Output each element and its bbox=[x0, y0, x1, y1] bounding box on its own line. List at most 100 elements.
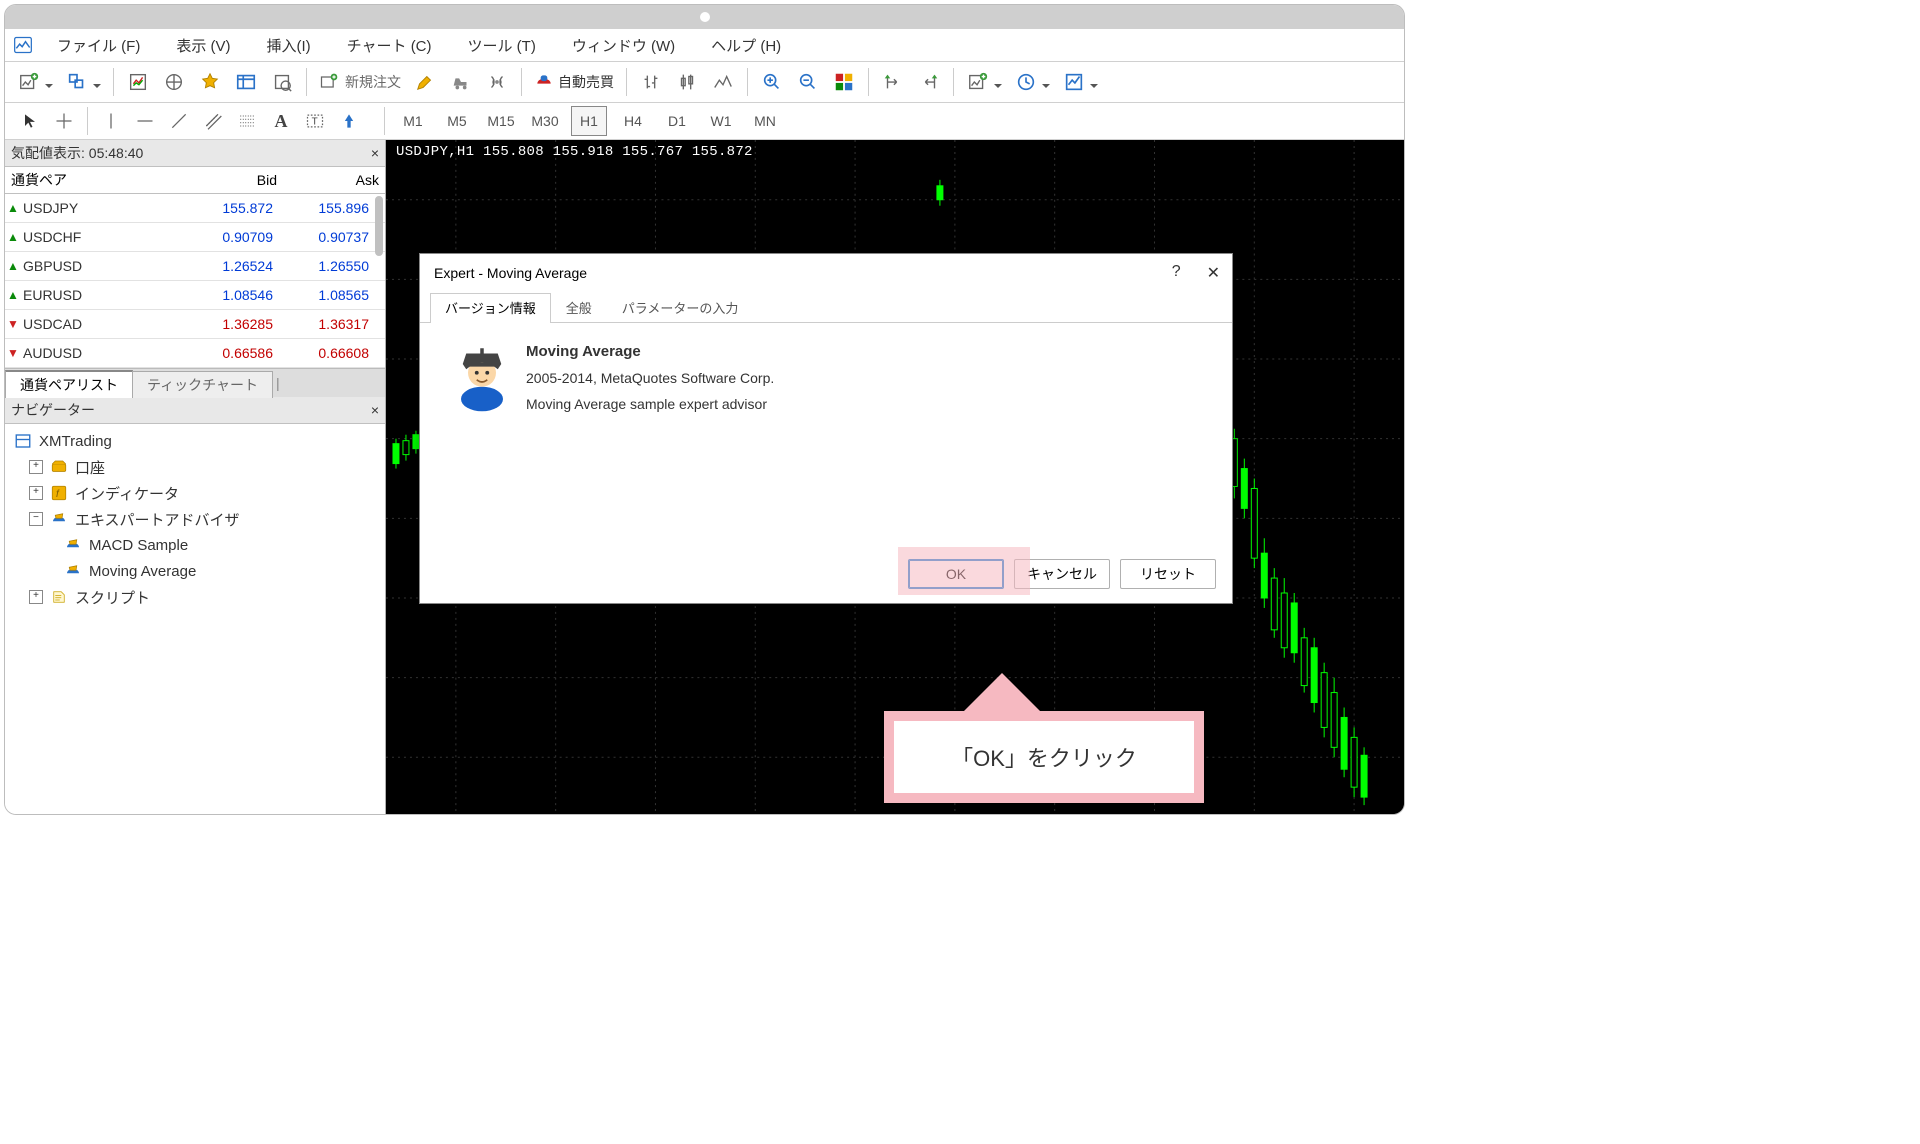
menu-insert[interactable]: 挿入(I) bbox=[259, 33, 319, 58]
periodicity-button[interactable] bbox=[1010, 66, 1054, 98]
accounts-icon bbox=[49, 457, 69, 477]
tf-w1[interactable]: W1 bbox=[703, 106, 739, 136]
horizontal-line-tool[interactable] bbox=[130, 107, 160, 135]
ok-button[interactable]: OK bbox=[908, 559, 1004, 589]
arrange-windows-button[interactable] bbox=[828, 66, 860, 98]
tf-m15[interactable]: M15 bbox=[483, 106, 519, 136]
navigator-close-icon[interactable]: × bbox=[371, 402, 379, 418]
equidistant-channel-tool[interactable] bbox=[198, 107, 228, 135]
bid-price: 1.08546 bbox=[183, 287, 279, 303]
market-watch-scrollbar[interactable] bbox=[375, 196, 383, 256]
collapse-icon[interactable]: − bbox=[29, 512, 43, 526]
direction-arrow-icon: ▲ bbox=[5, 201, 21, 215]
candlestick-button[interactable] bbox=[671, 66, 703, 98]
tf-d1[interactable]: D1 bbox=[659, 106, 695, 136]
expand-icon[interactable]: + bbox=[29, 460, 43, 474]
main-toolbar: 新規注文 自動売買 bbox=[5, 62, 1404, 103]
line-chart-button[interactable] bbox=[707, 66, 739, 98]
market-watch-toggle[interactable] bbox=[122, 66, 154, 98]
tree-ea-moving-average[interactable]: Moving Average bbox=[11, 558, 381, 584]
indicators-button[interactable] bbox=[962, 66, 1006, 98]
market-watch-tabs: 通貨ペアリスト ティックチャート | bbox=[5, 368, 385, 397]
metaeditor-button[interactable] bbox=[409, 66, 441, 98]
tf-mn[interactable]: MN bbox=[747, 106, 783, 136]
tf-m30[interactable]: M30 bbox=[527, 106, 563, 136]
menu-file[interactable]: ファイル (F) bbox=[49, 33, 148, 58]
market-watch-header[interactable]: 気配値表示: 05:48:40 × bbox=[5, 140, 385, 167]
data-window-toggle[interactable] bbox=[158, 66, 190, 98]
menu-help[interactable]: ヘルプ (H) bbox=[703, 33, 789, 58]
new-chart-button[interactable] bbox=[13, 66, 57, 98]
shift-chart-button[interactable] bbox=[877, 66, 909, 98]
tree-accounts[interactable]: + 口座 bbox=[11, 454, 381, 480]
tree-indicators[interactable]: + f インディケータ bbox=[11, 480, 381, 506]
tf-h4[interactable]: H4 bbox=[615, 106, 651, 136]
fibonacci-tool[interactable] bbox=[232, 107, 262, 135]
left-docking-pane: 気配値表示: 05:48:40 × 通貨ペア Bid Ask ▲USDJPY15… bbox=[5, 140, 386, 815]
tree-ea-macd[interactable]: MACD Sample bbox=[11, 532, 381, 558]
strategy-tester-toggle[interactable] bbox=[266, 66, 298, 98]
options-button[interactable] bbox=[445, 66, 477, 98]
market-watch-row[interactable]: ▲USDJPY155.872155.896 bbox=[5, 194, 385, 223]
market-watch-close-icon[interactable]: × bbox=[371, 145, 379, 161]
tab-version[interactable]: バージョン情報 bbox=[430, 293, 551, 323]
signals-button[interactable] bbox=[481, 66, 513, 98]
zoom-out-button[interactable] bbox=[792, 66, 824, 98]
navigator-title: ナビゲーター bbox=[11, 400, 95, 420]
expert-icon bbox=[63, 561, 83, 581]
menu-chart[interactable]: チャート (C) bbox=[339, 33, 440, 58]
tree-root[interactable]: XMTrading bbox=[11, 428, 381, 454]
text-tool[interactable]: A bbox=[266, 107, 296, 135]
navigator-header[interactable]: ナビゲーター × bbox=[5, 397, 385, 424]
dialog-help-icon[interactable]: ? bbox=[1172, 263, 1181, 283]
tab-common[interactable]: 全般 bbox=[551, 293, 607, 323]
tree-scripts[interactable]: + スクリプト bbox=[11, 584, 381, 610]
expand-icon[interactable]: + bbox=[29, 590, 43, 604]
menubar: ファイル (F) 表示 (V) 挿入(I) チャート (C) ツール (T) ウ… bbox=[5, 29, 1404, 62]
templates-button[interactable] bbox=[1058, 66, 1102, 98]
profiles-button[interactable] bbox=[61, 66, 105, 98]
terminal-toggle[interactable] bbox=[230, 66, 262, 98]
tf-h1[interactable]: H1 bbox=[571, 106, 607, 136]
text-label-tool[interactable]: T bbox=[300, 107, 330, 135]
trendline-tool[interactable] bbox=[164, 107, 194, 135]
market-watch-row[interactable]: ▼USDCAD1.362851.36317 bbox=[5, 310, 385, 339]
tab-tick-chart[interactable]: ティックチャート bbox=[132, 371, 273, 398]
navigator-toggle[interactable] bbox=[194, 66, 226, 98]
col-symbol[interactable]: 通貨ペア bbox=[5, 168, 181, 192]
tf-m5[interactable]: M5 bbox=[439, 106, 475, 136]
cancel-button[interactable]: キャンセル bbox=[1014, 559, 1110, 589]
arrows-tool[interactable] bbox=[334, 107, 376, 135]
expand-icon[interactable]: + bbox=[29, 486, 43, 500]
market-watch-row[interactable]: ▲GBPUSD1.265241.26550 bbox=[5, 252, 385, 281]
vertical-line-tool[interactable] bbox=[96, 107, 126, 135]
reset-button[interactable]: リセット bbox=[1120, 559, 1216, 589]
market-watch-row[interactable]: ▼AUDUSD0.665860.66608 bbox=[5, 339, 385, 368]
crosshair-tool[interactable] bbox=[49, 107, 79, 135]
menu-window[interactable]: ウィンドウ (W) bbox=[564, 33, 683, 58]
dialog-titlebar[interactable]: Expert - Moving Average ? ✕ bbox=[420, 254, 1232, 292]
tab-symbol-list[interactable]: 通貨ペアリスト bbox=[5, 370, 133, 398]
menu-tools[interactable]: ツール (T) bbox=[460, 33, 544, 58]
dialog-close-icon[interactable]: ✕ bbox=[1207, 263, 1220, 283]
ask-price: 155.896 bbox=[279, 200, 385, 216]
col-ask[interactable]: Ask bbox=[283, 170, 385, 190]
auto-scroll-button[interactable] bbox=[913, 66, 945, 98]
market-watch-row[interactable]: ▲EURUSD1.085461.08565 bbox=[5, 281, 385, 310]
ask-price: 1.26550 bbox=[279, 258, 385, 274]
cursor-tool[interactable] bbox=[15, 107, 45, 135]
app-logo-icon bbox=[13, 35, 33, 55]
new-order-button[interactable]: 新規注文 bbox=[313, 67, 407, 97]
market-watch-row[interactable]: ▲USDCHF0.907090.90737 bbox=[5, 223, 385, 252]
bar-chart-button[interactable] bbox=[635, 66, 667, 98]
tree-experts[interactable]: − エキスパートアドバイザ bbox=[11, 506, 381, 532]
ask-price: 0.66608 bbox=[279, 345, 385, 361]
tf-m1[interactable]: M1 bbox=[395, 106, 431, 136]
col-bid[interactable]: Bid bbox=[181, 170, 283, 190]
auto-trading-button[interactable]: 自動売買 bbox=[528, 67, 620, 97]
window-titlebar[interactable] bbox=[5, 5, 1404, 29]
market-watch-columns: 通貨ペア Bid Ask bbox=[5, 167, 385, 194]
tab-inputs[interactable]: パラメーターの入力 bbox=[607, 293, 754, 323]
zoom-in-button[interactable] bbox=[756, 66, 788, 98]
menu-view[interactable]: 表示 (V) bbox=[168, 33, 238, 58]
